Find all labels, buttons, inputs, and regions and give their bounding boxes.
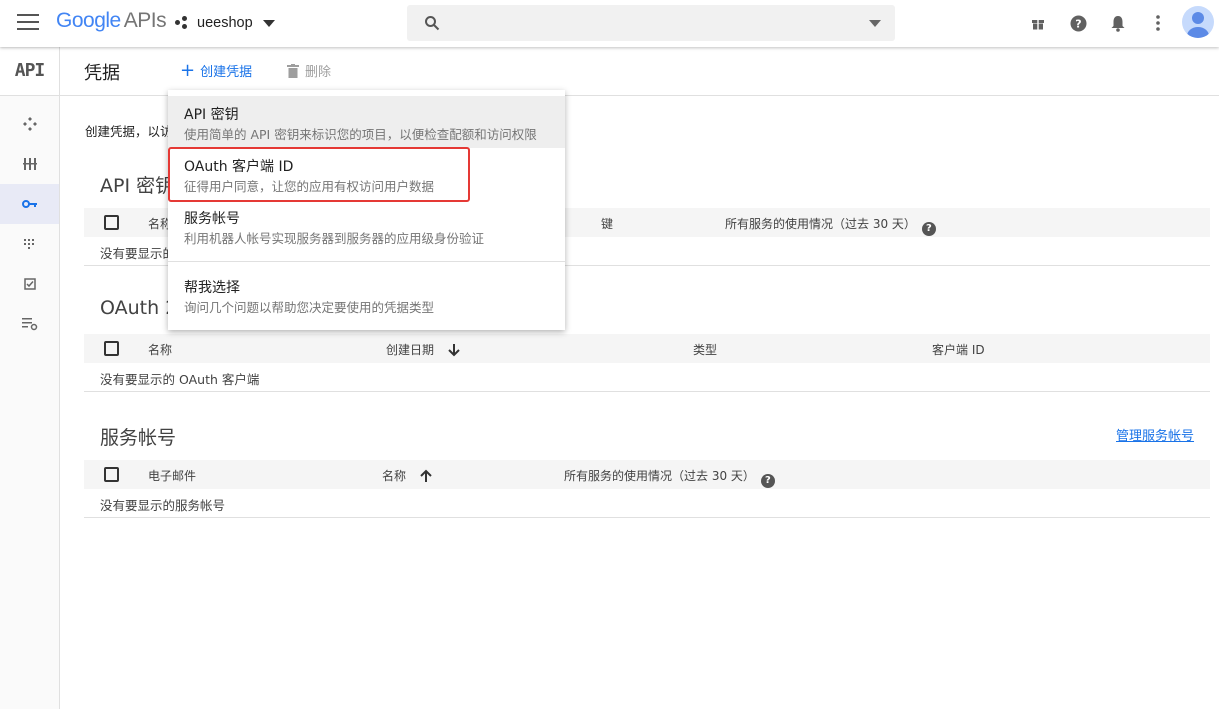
create-credentials-label: 创建凭据 bbox=[200, 65, 253, 80]
manage-service-accounts-link[interactable]: 管理服务帐号 bbox=[1116, 425, 1194, 444]
rail-item-page-settings[interactable] bbox=[0, 304, 59, 344]
rail-item-library[interactable] bbox=[0, 144, 59, 184]
rail-item-consent[interactable] bbox=[0, 224, 59, 264]
menu-item-oauth-client-id[interactable]: OAuth 客户端 ID 征得用户同意，让您的应用有权访问用户数据 bbox=[168, 148, 565, 200]
intro-text: 创建凭据，以访 bbox=[85, 124, 173, 139]
column-email: 电子邮件 bbox=[148, 469, 197, 483]
checkbox-icon bbox=[23, 278, 36, 290]
column-client-id: 客户端 ID bbox=[932, 343, 985, 357]
project-icon bbox=[175, 16, 189, 30]
column-usage: 所有服务的使用情况（过去 30 天）? bbox=[564, 467, 775, 488]
gift-icon[interactable] bbox=[1027, 12, 1049, 34]
select-all-checkbox[interactable] bbox=[104, 467, 119, 482]
table-header: 名称 创建日期 类型 客户端 ID bbox=[84, 334, 1210, 363]
top-bar: Google APIs ueeshop ? bbox=[0, 0, 1219, 47]
help-icon[interactable]: ? bbox=[760, 474, 775, 488]
settings-list-icon bbox=[21, 318, 37, 331]
project-selector[interactable]: ueeshop bbox=[175, 11, 275, 35]
rail-item-credentials[interactable] bbox=[0, 184, 59, 224]
dashboard-icon bbox=[22, 117, 37, 131]
chevron-down-icon bbox=[262, 19, 275, 27]
plus-icon: + bbox=[180, 59, 196, 81]
select-all-checkbox[interactable] bbox=[104, 341, 119, 356]
column-name[interactable]: 名称 bbox=[382, 467, 432, 484]
logo-apis: APIs bbox=[123, 9, 167, 32]
help-icon[interactable]: ? bbox=[1067, 12, 1089, 34]
menu-item-help-me-choose[interactable]: 帮我选择 询问几个问题以帮助您决定要使用的凭据类型 bbox=[168, 269, 565, 321]
column-name: 名称 bbox=[148, 343, 173, 357]
column-key: 键 bbox=[601, 217, 614, 231]
library-icon bbox=[22, 158, 37, 170]
notifications-bell-icon[interactable] bbox=[1107, 12, 1129, 34]
api-keys-title: API 密钥 bbox=[100, 175, 175, 197]
svg-text:?: ? bbox=[1075, 17, 1081, 30]
help-icon[interactable]: ? bbox=[921, 222, 936, 236]
search-dropdown-icon[interactable] bbox=[869, 20, 881, 27]
avatar[interactable] bbox=[1182, 6, 1214, 38]
column-type: 类型 bbox=[693, 343, 718, 357]
rail-title: API bbox=[0, 48, 59, 96]
key-icon bbox=[21, 200, 37, 208]
delete-button[interactable]: 删除 bbox=[287, 61, 331, 80]
search-input[interactable] bbox=[407, 5, 895, 41]
oauth-title: OAuth 2 bbox=[100, 297, 178, 319]
column-created[interactable]: 创建日期 bbox=[386, 341, 460, 358]
google-apis-logo[interactable]: Google APIs bbox=[56, 9, 167, 33]
menu-item-api-key[interactable]: API 密钥 使用简单的 API 密钥来标识您的项目，以便检查配额和访问权限 bbox=[168, 96, 565, 148]
project-name: ueeshop bbox=[197, 15, 253, 31]
empty-row: 没有要显示的服务帐号 bbox=[84, 489, 1210, 518]
service-accounts-title: 服务帐号 bbox=[100, 427, 177, 449]
delete-label: 删除 bbox=[305, 65, 332, 80]
select-all-checkbox[interactable] bbox=[104, 215, 119, 230]
menu-item-service-account[interactable]: 服务帐号 利用机器人帐号实现服务器到服务器的应用级身份验证 bbox=[168, 200, 565, 252]
logo-google: Google bbox=[56, 9, 121, 32]
search-icon bbox=[425, 16, 440, 31]
trash-icon bbox=[287, 63, 299, 78]
page-header: 凭据 + 创建凭据 删除 bbox=[60, 47, 1219, 96]
rail-item-dashboard[interactable] bbox=[0, 104, 59, 144]
rail-item-domain-verification[interactable] bbox=[0, 264, 59, 304]
create-credentials-button[interactable]: + 创建凭据 bbox=[180, 61, 252, 80]
create-credentials-menu: API 密钥 使用简单的 API 密钥来标识您的项目，以便检查配额和访问权限 O… bbox=[168, 90, 565, 330]
menu-divider bbox=[168, 261, 565, 262]
arrow-up-icon bbox=[420, 469, 432, 482]
more-vert-icon[interactable] bbox=[1147, 12, 1169, 34]
column-usage: 所有服务的使用情况（过去 30 天）? bbox=[725, 215, 936, 236]
hamburger-menu-icon[interactable] bbox=[17, 14, 39, 32]
page-title: 凭据 bbox=[84, 63, 120, 84]
table-header: 电子邮件 名称 所有服务的使用情况（过去 30 天）? bbox=[84, 460, 1210, 489]
empty-row: 没有要显示的 OAuth 客户端 bbox=[84, 363, 1210, 392]
arrow-down-icon bbox=[448, 344, 460, 357]
consent-icon bbox=[23, 239, 34, 249]
